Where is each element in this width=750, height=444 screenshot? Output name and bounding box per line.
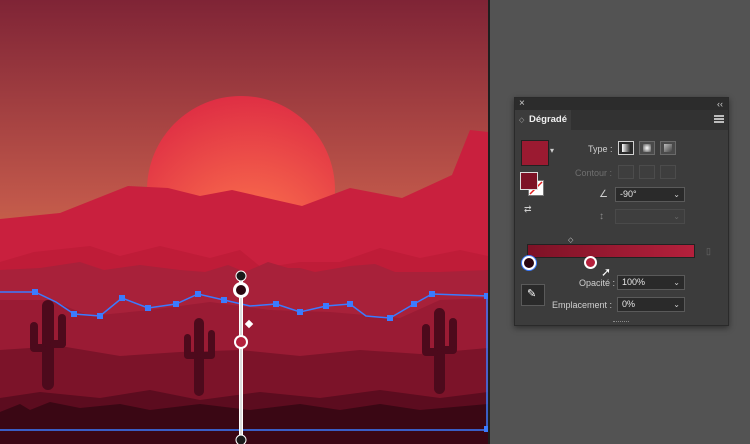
- gradient-panel: × ‹‹ ◇ Dégradé ▾ ⇄ Type : Contour : ∠ -9…: [514, 97, 729, 326]
- gradient-slider-bar[interactable]: [527, 244, 695, 258]
- preview-dropdown-icon[interactable]: ▾: [550, 146, 554, 155]
- radial-gradient-button[interactable]: [639, 141, 655, 155]
- gradient-preview-swatch[interactable]: [521, 140, 549, 166]
- tab-label: Dégradé: [529, 114, 568, 125]
- eyedropper-icon: ✎: [527, 288, 537, 300]
- mouse-cursor-icon: ➚: [601, 265, 612, 279]
- tab-grip-icon: ◇: [519, 117, 525, 124]
- location-dropdown[interactable]: 0% ⌄: [617, 297, 685, 312]
- reverse-gradient-icon[interactable]: ⇄: [524, 204, 532, 215]
- stroke-across-button[interactable]: [660, 165, 676, 179]
- fill-swatch[interactable]: [520, 172, 538, 190]
- aspect-ratio-icon: ↕: [599, 211, 604, 222]
- opacity-value: 100%: [622, 277, 646, 287]
- chevron-down-icon: ⌄: [673, 278, 680, 287]
- panel-menu-icon[interactable]: [714, 115, 724, 123]
- desert-illustration: [0, 0, 488, 444]
- collapse-icon[interactable]: ‹‹: [717, 98, 723, 110]
- angle-value: -90°: [620, 189, 637, 199]
- color-stop-end[interactable]: [584, 256, 597, 269]
- opacity-dropdown[interactable]: 100% ⌄: [617, 275, 685, 290]
- color-stop-start[interactable]: [522, 256, 536, 270]
- chevron-down-icon: ⌄: [673, 300, 680, 309]
- chevron-down-icon: ⌄: [673, 190, 680, 199]
- stroke-along-button[interactable]: [639, 165, 655, 179]
- linear-gradient-button[interactable]: [618, 141, 634, 155]
- location-value: 0%: [622, 299, 636, 309]
- panel-tab-row: ◇ Dégradé: [515, 110, 728, 130]
- opacity-label: Opacité :: [579, 278, 616, 288]
- close-icon[interactable]: ×: [519, 98, 525, 110]
- aspect-ratio-dropdown[interactable]: ⌄: [615, 209, 685, 224]
- tab-gradient[interactable]: ◇ Dégradé: [515, 110, 571, 130]
- freeform-gradient-button[interactable]: [660, 141, 676, 155]
- angle-dropdown[interactable]: -90° ⌄: [615, 187, 685, 202]
- type-label: Type :: [588, 144, 613, 154]
- stroke-label: Contour :: [575, 168, 613, 178]
- gradient-end-dot[interactable]: [235, 434, 247, 444]
- gradient-origin-dot[interactable]: [235, 270, 247, 282]
- panel-resize-grip[interactable]: [613, 321, 629, 324]
- location-label: Emplacement :: [552, 300, 613, 310]
- angle-icon: ∠: [599, 189, 608, 200]
- chevron-down-icon: ⌄: [673, 212, 680, 221]
- gradient-midpoint-marker[interactable]: ◇: [568, 236, 573, 244]
- stroke-within-button[interactable]: [618, 165, 634, 179]
- eyedropper-button[interactable]: ✎: [521, 284, 545, 306]
- trash-icon[interactable]: ▯: [706, 246, 711, 257]
- artboard-canvas[interactable]: [0, 0, 488, 444]
- panel-titlebar[interactable]: × ‹‹: [515, 98, 728, 110]
